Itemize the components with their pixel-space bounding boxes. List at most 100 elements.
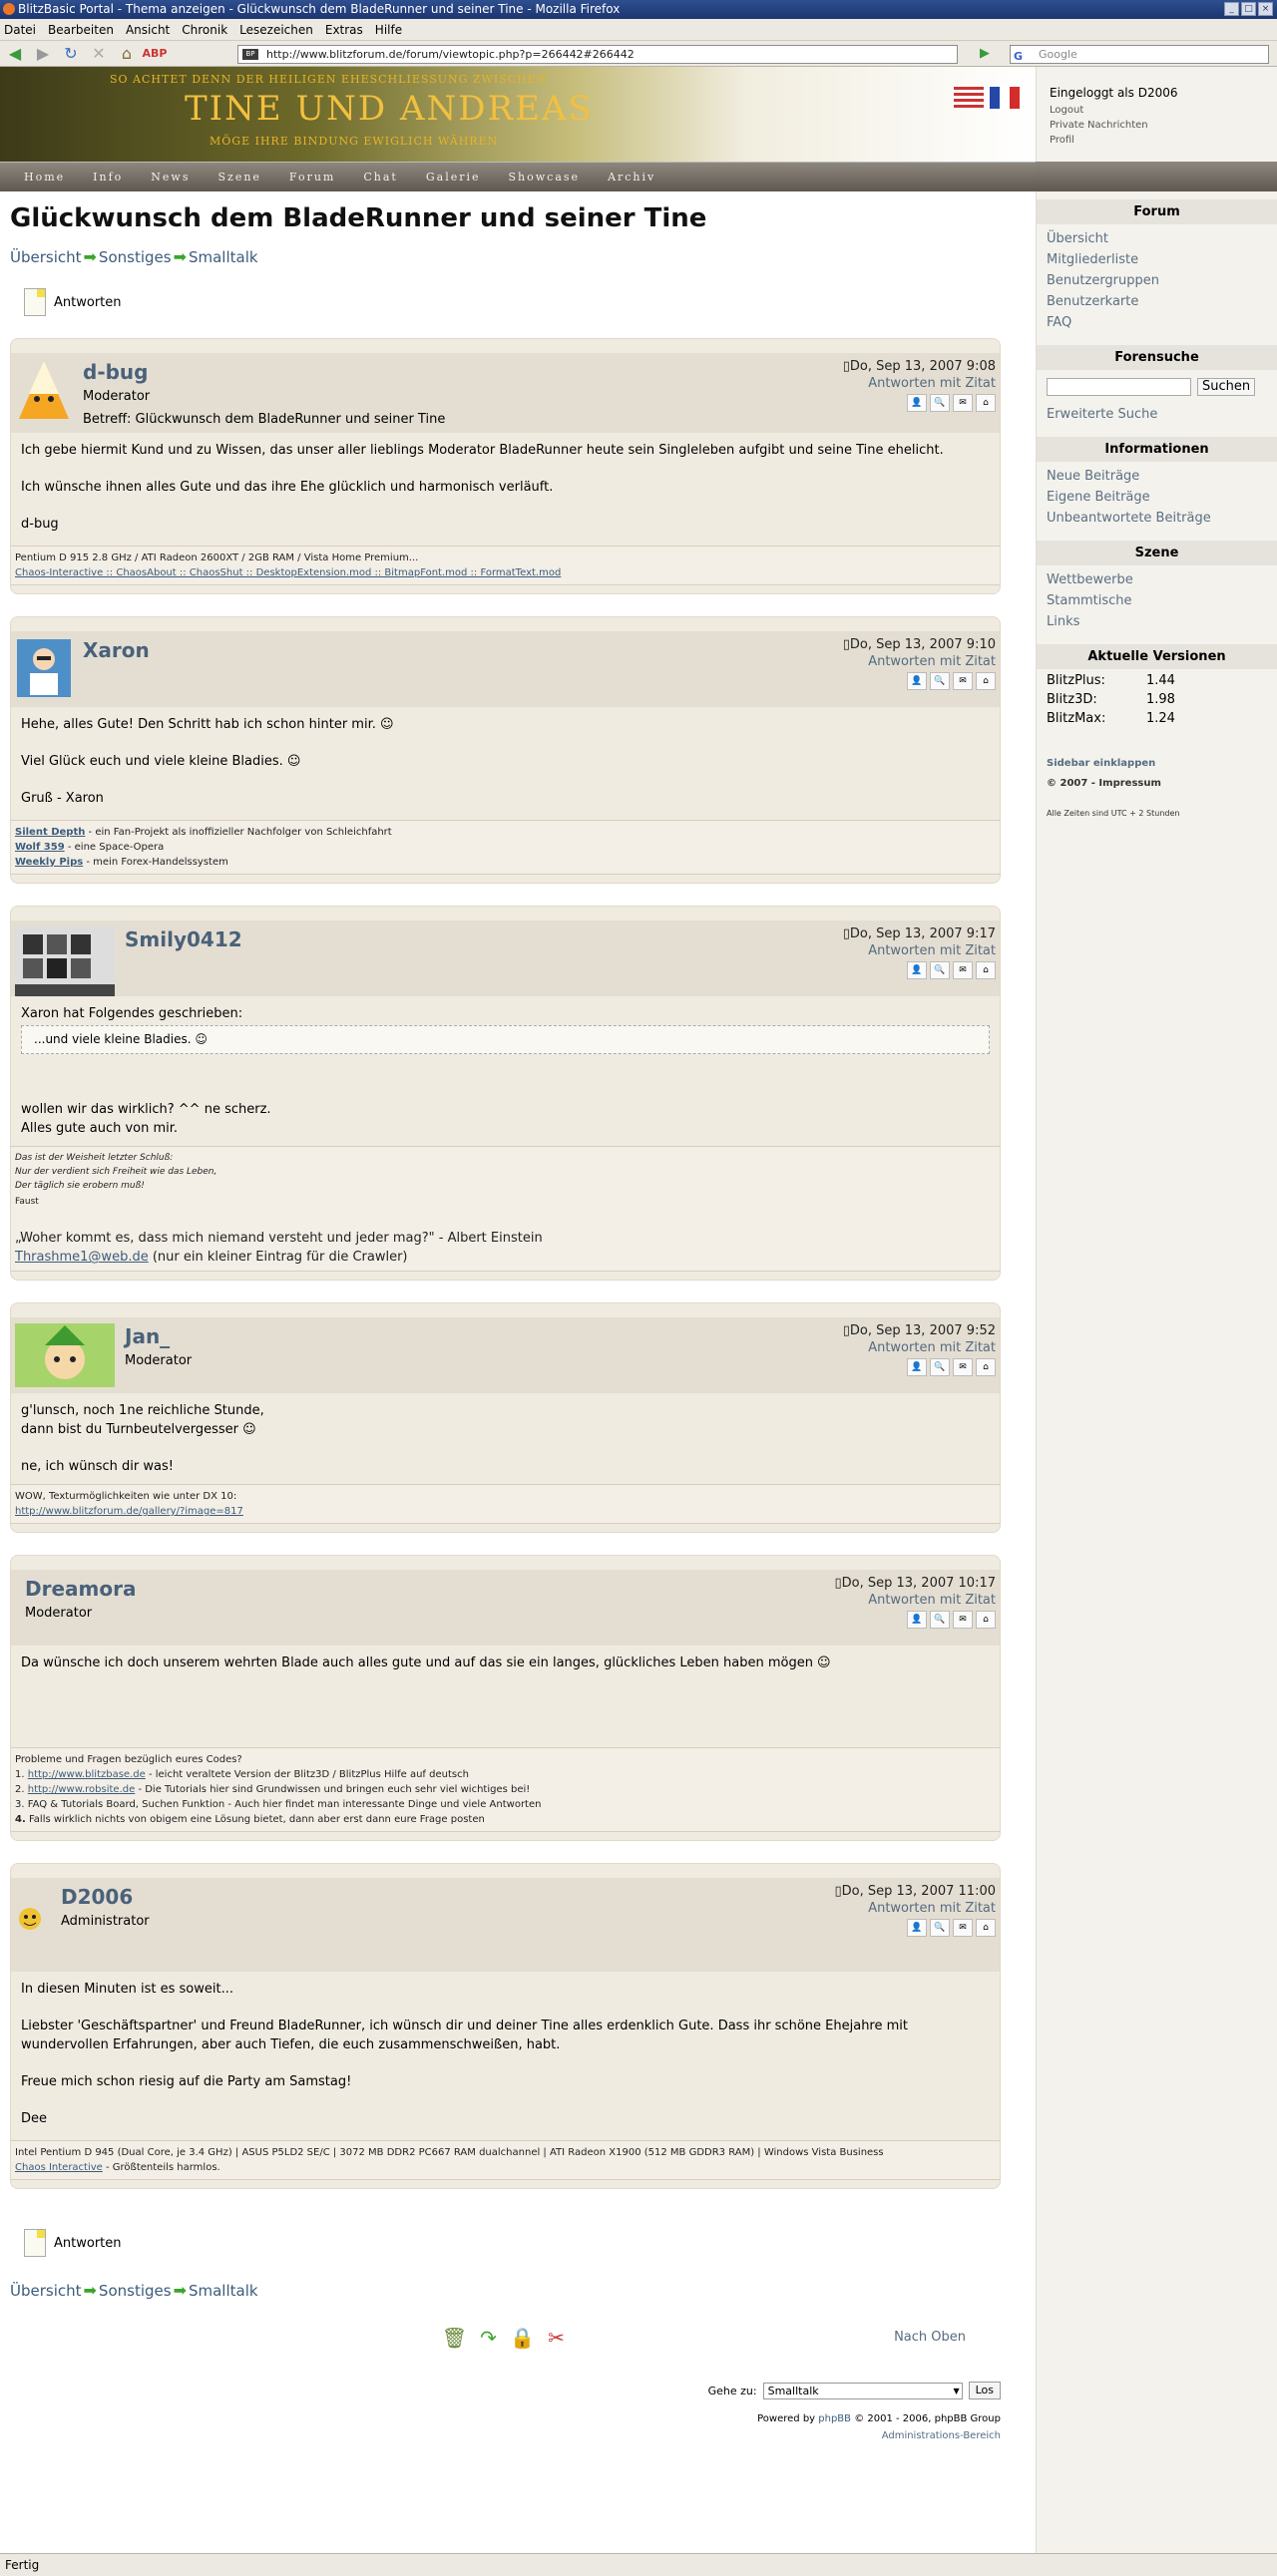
profile-icon[interactable]: 👤 xyxy=(907,1611,927,1629)
search-icon[interactable]: 🔍 xyxy=(930,1611,950,1629)
sig-link[interactable]: Silent Depth xyxy=(15,827,85,838)
url-bar[interactable]: BP http://www.blitzforum.de/forum/viewto… xyxy=(237,45,958,64)
sidebar-info-link[interactable]: Neue Beiträge xyxy=(1047,466,1267,487)
search-icon[interactable]: 🔍 xyxy=(930,961,950,979)
sidebar-info-link[interactable]: Eigene Beiträge xyxy=(1047,487,1267,508)
profile-icon[interactable]: 👤 xyxy=(907,1358,927,1376)
sidebar-info-link[interactable]: Unbeantwortete Beiträge xyxy=(1047,508,1267,529)
nav-forum[interactable]: Forum xyxy=(275,163,349,192)
sig-link[interactable]: Weekly Pips xyxy=(15,857,83,868)
collapse-sidebar-link[interactable]: Sidebar einklappen xyxy=(1047,758,1155,769)
search-input[interactable]: G Google xyxy=(1010,45,1269,64)
crumb-smalltalk[interactable]: Smalltalk xyxy=(189,248,258,266)
menu-item-1[interactable]: Bearbeiten xyxy=(48,23,114,37)
menu-item-2[interactable]: Ansicht xyxy=(126,23,170,37)
go-icon[interactable]: ▶ xyxy=(980,46,998,63)
nav-home[interactable]: Home xyxy=(10,163,79,192)
lock-icon[interactable]: 🔒 xyxy=(509,2324,537,2352)
search-icon[interactable]: 🔍 xyxy=(930,672,950,690)
www-icon[interactable]: ⌂ xyxy=(976,1358,996,1376)
www-icon[interactable]: ⌂ xyxy=(976,394,996,412)
pm-link[interactable]: Private Nachrichten xyxy=(1050,118,1264,133)
pm-icon[interactable]: ✉ xyxy=(953,1919,973,1937)
pm-icon[interactable]: ✉ xyxy=(953,672,973,690)
trash-icon[interactable]: 🗑 xyxy=(441,2324,469,2352)
nav-galerie[interactable]: Galerie xyxy=(412,163,495,192)
post-username[interactable]: Smily0412 xyxy=(125,928,242,950)
quote-button[interactable]: Antworten mit Zitat xyxy=(843,1340,996,1355)
sig-link[interactable]: Chaos Interactive xyxy=(15,2162,103,2173)
sidebar-scene-link[interactable]: Wettbewerbe xyxy=(1047,569,1267,590)
post-username[interactable]: D2006 xyxy=(61,1886,150,1908)
nav-showcase[interactable]: Showcase xyxy=(495,163,595,192)
stop-icon[interactable]: ✕ xyxy=(88,43,110,65)
nav-szene[interactable]: Szene xyxy=(204,163,274,192)
sidebar-forum-link[interactable]: Mitgliederliste xyxy=(1047,249,1267,270)
crumb-sonstiges[interactable]: Sonstiges xyxy=(99,248,172,266)
quote-button[interactable]: Antworten mit Zitat xyxy=(834,1901,996,1916)
crumb-smalltalk[interactable]: Smalltalk xyxy=(189,2282,258,2300)
adblock-icon[interactable]: ABP xyxy=(143,43,168,65)
crumb-sonstiges[interactable]: Sonstiges xyxy=(99,2282,172,2300)
sig-mail-link[interactable]: Thrashme1@web.de xyxy=(15,1250,149,1265)
crumb-overview[interactable]: Übersicht xyxy=(10,248,82,266)
french-flag-icon[interactable] xyxy=(990,87,1020,109)
sig-link[interactable]: http://www.blitzforum.de/gallery/?image=… xyxy=(15,1506,243,1517)
sidebar-forum-link[interactable]: Benutzerkarte xyxy=(1047,291,1267,312)
sidebar-scene-link[interactable]: Links xyxy=(1047,611,1267,632)
sig-link[interactable]: http://www.robsite.de xyxy=(28,1784,136,1795)
profile-icon[interactable]: 👤 xyxy=(907,672,927,690)
split-icon[interactable]: ✂ xyxy=(543,2324,571,2352)
sidebar-forum-link[interactable]: FAQ xyxy=(1047,312,1267,333)
post-username[interactable]: Dreamora xyxy=(25,1578,136,1600)
post-username[interactable]: d-bug xyxy=(83,361,445,383)
move-icon[interactable]: ↷ xyxy=(475,2324,503,2352)
www-icon[interactable]: ⌂ xyxy=(976,1919,996,1937)
forum-search-input[interactable] xyxy=(1047,378,1191,396)
english-flag-icon[interactable] xyxy=(954,87,984,109)
sig-link[interactable]: http://www.blitzbase.de xyxy=(28,1769,146,1780)
maximize-button[interactable]: □ xyxy=(1241,2,1256,16)
profile-icon[interactable]: 👤 xyxy=(907,961,927,979)
quote-button[interactable]: Antworten mit Zitat xyxy=(843,654,996,669)
forum-select[interactable]: Smalltalk xyxy=(762,2382,963,2399)
www-icon[interactable]: ⌂ xyxy=(976,961,996,979)
www-icon[interactable]: ⌂ xyxy=(976,1611,996,1629)
quote-button[interactable]: Antworten mit Zitat xyxy=(834,1593,996,1608)
post-username[interactable]: Jan_ xyxy=(125,1325,192,1347)
menu-item-6[interactable]: Hilfe xyxy=(375,23,402,37)
forward-icon[interactable]: ▶ xyxy=(32,43,54,65)
menu-item-0[interactable]: Datei xyxy=(4,23,36,37)
menu-item-3[interactable]: Chronik xyxy=(182,23,227,37)
sig-links[interactable]: Chaos-Interactive :: ChaosAbout :: Chaos… xyxy=(15,565,996,580)
search-icon[interactable]: 🔍 xyxy=(930,394,950,412)
sidebar-forum-link[interactable]: Benutzergruppen xyxy=(1047,270,1267,291)
nav-archiv[interactable]: Archiv xyxy=(594,163,669,192)
close-button[interactable]: × xyxy=(1258,2,1273,16)
quote-button[interactable]: Antworten mit Zitat xyxy=(843,943,996,958)
advanced-search-link[interactable]: Erweiterte Suche xyxy=(1047,404,1267,425)
pm-icon[interactable]: ✉ xyxy=(953,1611,973,1629)
profile-link[interactable]: Profil xyxy=(1050,133,1264,148)
go-button[interactable]: Los xyxy=(968,2382,1001,2399)
crumb-overview[interactable]: Übersicht xyxy=(10,2282,82,2300)
nav-info[interactable]: Info xyxy=(79,163,137,192)
sig-link[interactable]: Wolf 359 xyxy=(15,842,65,853)
quote-button[interactable]: Antworten mit Zitat xyxy=(843,376,996,391)
menu-item-5[interactable]: Extras xyxy=(325,23,363,37)
home-icon[interactable]: ⌂ xyxy=(116,43,138,65)
search-icon[interactable]: 🔍 xyxy=(930,1919,950,1937)
nav-news[interactable]: News xyxy=(137,163,204,192)
sidebar-forum-link[interactable]: Übersicht xyxy=(1047,228,1267,249)
www-icon[interactable]: ⌂ xyxy=(976,672,996,690)
reply-button-bottom[interactable]: Antworten xyxy=(24,2229,1001,2257)
reply-button[interactable]: Antworten xyxy=(24,288,1001,316)
profile-icon[interactable]: 👤 xyxy=(907,1919,927,1937)
sidebar-scene-link[interactable]: Stammtische xyxy=(1047,590,1267,611)
minimize-button[interactable]: _ xyxy=(1224,2,1239,16)
forum-search-button[interactable]: Suchen xyxy=(1197,378,1256,396)
reload-icon[interactable]: ↻ xyxy=(60,43,82,65)
pm-icon[interactable]: ✉ xyxy=(953,1358,973,1376)
back-icon[interactable]: ◀ xyxy=(4,43,26,65)
profile-icon[interactable]: 👤 xyxy=(907,394,927,412)
